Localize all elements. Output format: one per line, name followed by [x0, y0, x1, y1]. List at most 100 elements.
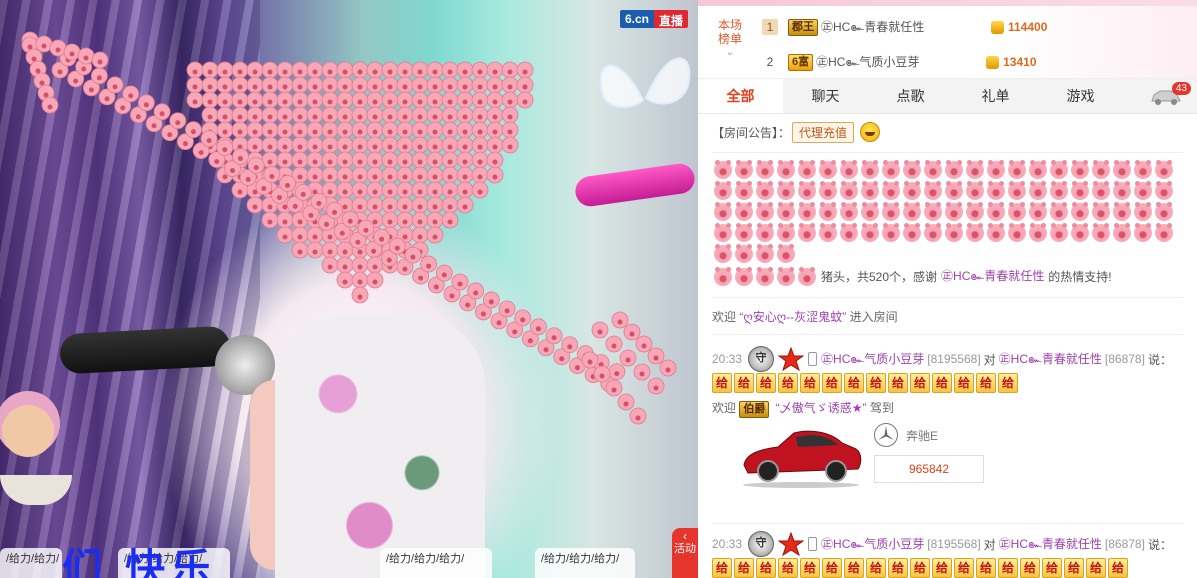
tab-all[interactable]: 全部 — [698, 79, 783, 113]
pig-icon — [1049, 180, 1068, 200]
pig-nose — [567, 344, 573, 350]
pig-nose — [447, 69, 453, 75]
pig-nose — [342, 129, 348, 135]
pig-nose — [372, 189, 378, 195]
pig-nose — [432, 234, 438, 240]
pig-icon — [1112, 159, 1131, 179]
pig-nose — [229, 168, 235, 174]
pig-nose — [282, 114, 288, 120]
car-count-badge: 43 — [1171, 82, 1191, 95]
pig-nose — [535, 326, 541, 332]
pig-nose — [447, 189, 453, 195]
coin-icon — [991, 20, 1004, 34]
rank-row[interactable]: 1 郡王 ㊣HC๛青春就任性 114400 — [762, 17, 1047, 37]
rank-board-toggle[interactable]: 本场 榜单 ⌄ — [712, 18, 748, 60]
welcome-user[interactable]: “乄傲气ゞ诱惑★” — [776, 401, 867, 415]
pig-nose — [653, 355, 659, 361]
pig-icon — [986, 180, 1005, 200]
vip-welcome-message: 欢迎 伯爵 “乄傲气ゞ诱惑★” 驾到 — [712, 399, 1183, 418]
tab-song[interactable]: 点歌 — [868, 79, 953, 113]
pig-icon — [986, 222, 1005, 242]
pig-nose — [355, 239, 361, 245]
pig-nose — [297, 234, 303, 240]
rank-row[interactable]: 2 6富 ㊣HC๛气质小豆芽 13410 — [762, 52, 1037, 72]
pig-icon — [986, 201, 1005, 221]
message-sender[interactable]: ㊣HC๛气质小豆芽 — [821, 350, 924, 369]
car-tab[interactable]: 43 — [1149, 82, 1191, 109]
pig-nose — [641, 343, 647, 349]
pig-nose — [214, 159, 220, 165]
message-recipient[interactable]: ㊣HC๛青春就任性 — [999, 350, 1102, 369]
pig-nose — [372, 279, 378, 285]
agent-recharge-button[interactable]: 代理充值 — [792, 121, 855, 143]
pig-icon — [1133, 222, 1152, 242]
rank-user-name[interactable]: ㊣HC๛青春就任性 — [821, 18, 991, 37]
message-recipient[interactable]: ㊣HC๛青春就任性 — [999, 535, 1102, 554]
pig-nose — [357, 249, 363, 255]
divider — [712, 523, 1183, 524]
pig-nose — [418, 275, 424, 281]
pig-nose — [135, 114, 141, 120]
pig-nose — [462, 144, 468, 150]
pig-nose — [198, 150, 204, 156]
pig-icon — [839, 222, 858, 242]
pig-icon — [734, 222, 753, 242]
pig-nose — [269, 173, 275, 179]
pig-nose — [237, 114, 243, 120]
pig-nose — [462, 174, 468, 180]
pig-nose — [282, 69, 288, 75]
pig-nose — [342, 69, 348, 75]
pig-icon — [1070, 180, 1089, 200]
pig-icon — [755, 201, 774, 221]
pig-nose — [387, 189, 393, 195]
pig-nose — [402, 266, 408, 272]
pig-nose — [417, 189, 423, 195]
pig-nose — [372, 264, 378, 270]
pig-nose — [112, 84, 118, 90]
gift-emoji-icon: 给 — [866, 558, 886, 578]
pig-nose — [449, 293, 455, 299]
pig-nose — [297, 174, 303, 180]
pig-nose — [192, 69, 198, 75]
pig-icon — [734, 180, 753, 200]
message-time: 20:33 — [712, 537, 743, 551]
sender-id: [8195568] — [927, 537, 981, 551]
pig-icon — [944, 222, 963, 242]
pig-icon — [1049, 201, 1068, 221]
pig-icon — [797, 266, 816, 286]
pig-nose — [371, 248, 377, 254]
pig-icon — [860, 201, 879, 221]
guard-icon: 守 — [748, 531, 775, 557]
activity-tab[interactable]: ‹ 活动 — [672, 528, 698, 578]
gift-emoji-icon: 给 — [932, 558, 952, 578]
tab-chat[interactable]: 聊天 — [783, 79, 868, 113]
pig-nose — [342, 159, 348, 165]
pig-nose — [462, 69, 468, 75]
tab-game[interactable]: 游戏 — [1038, 79, 1123, 113]
pig-icon — [818, 159, 837, 179]
video-stream[interactable]: 6.cn 直播 /给力/给力/ /给力/给力/给力/ /给力/给力/给力/ /给… — [0, 0, 698, 578]
tab-gift-list[interactable]: 礼单 — [953, 79, 1038, 113]
message-sender[interactable]: ㊣HC๛气质小豆芽 — [821, 535, 924, 554]
pig-nose — [175, 120, 181, 126]
pig-icon — [734, 201, 753, 221]
mercedes-logo-icon — [874, 423, 898, 447]
pig-nose — [402, 114, 408, 120]
pig-gift-user[interactable]: ㊣HC๛青春就任性 — [941, 267, 1044, 286]
pig-icon — [860, 159, 879, 179]
pig-nose — [267, 99, 273, 105]
pig-icon — [776, 266, 795, 286]
welcome-user[interactable]: “ღ安心ღ--灰涩鬼蚊” — [739, 310, 846, 324]
say-word: 说： — [1147, 537, 1172, 552]
pig-nose — [447, 84, 453, 90]
pig-nose — [417, 159, 423, 165]
pig-icon — [713, 266, 732, 286]
pig-icon — [713, 159, 732, 179]
pig-nose — [417, 234, 423, 240]
pig-nose — [617, 319, 623, 325]
rank-label-line1: 本场 — [717, 18, 742, 32]
to-word: 对 — [983, 537, 996, 552]
rank-user-name[interactable]: ㊣HC๛气质小豆芽 — [816, 53, 986, 72]
pig-icon — [1154, 222, 1173, 242]
pig-nose — [207, 84, 213, 90]
